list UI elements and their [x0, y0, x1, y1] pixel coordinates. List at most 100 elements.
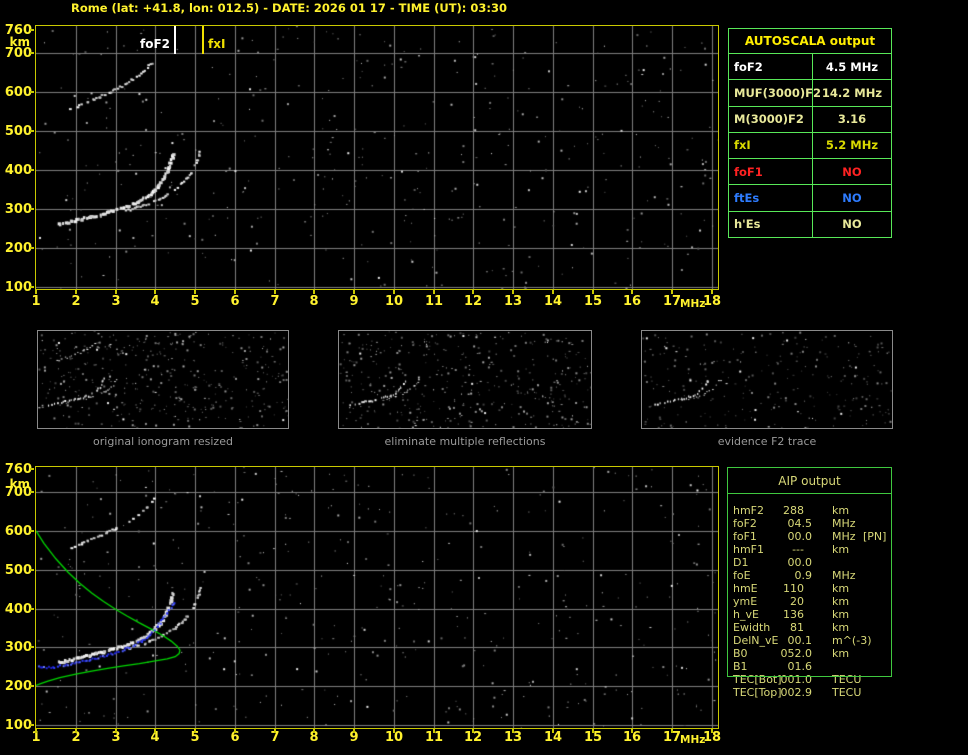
top-y-axis-tick-label: 600	[4, 85, 32, 100]
aip-table-row: TEC[Top] 002.9 TECU	[727, 686, 912, 699]
fxi-marker-line	[202, 26, 204, 54]
panel-eliminate-multiple-reflections	[338, 330, 592, 429]
top-y-axis-tick	[30, 52, 34, 54]
bottom-x-axis-tick	[472, 729, 474, 733]
bottom-x-axis-tick	[154, 729, 156, 733]
aip-unit-cell: km	[832, 543, 850, 556]
autoscala-table-row: foF2 4.5 MHz	[729, 54, 891, 81]
param-value-cell: 5.2 MHz	[825, 138, 879, 153]
top-y-axis-tick-label: 200	[4, 241, 32, 256]
fxi-marker-label: fxI	[208, 37, 226, 51]
top-x-axis-tick	[274, 290, 276, 294]
aip-unit-cell: TECU	[832, 686, 862, 699]
bottom-x-axis-tick	[631, 729, 633, 733]
bottom-y-axis-tick	[30, 468, 34, 470]
bottom-y-axis-tick-label: 600	[4, 524, 32, 539]
aip-unit-cell: km	[832, 582, 850, 595]
param-value-cell: NO	[842, 217, 862, 232]
bottom-x-axis-tick	[671, 729, 673, 733]
autoscala-table-row: MUF(3000)F2 14.2 MHz	[729, 80, 891, 107]
aip-unit-cell: km	[832, 621, 850, 634]
fof2-marker-line	[174, 26, 176, 54]
top-x-axis-tick-label: 12	[463, 294, 483, 309]
top-x-axis-tick	[154, 290, 156, 294]
top-x-axis-tick-label: 1	[31, 294, 41, 309]
top-x-axis-tick	[552, 290, 554, 294]
aip-label-cell: B1	[733, 660, 748, 673]
top-x-axis-tick	[393, 290, 395, 294]
aip-value-cell: 00.1	[787, 634, 813, 647]
top-x-axis-tick	[512, 290, 514, 294]
top-x-axis-tick	[353, 290, 355, 294]
top-x-axis-tick	[433, 290, 435, 294]
param-label-cell: foF1	[729, 159, 813, 185]
top-y-axis-tick	[30, 247, 34, 249]
fof2-marker-label: foF2	[139, 37, 170, 51]
bottom-x-axis-tick	[552, 729, 554, 733]
top-x-axis-tick-label: 2	[71, 294, 81, 309]
bottom-y-axis-tick	[30, 646, 34, 648]
aip-value-cell: 20	[790, 595, 804, 608]
bottom-x-axis-tick	[75, 729, 77, 733]
aip-unit-cell: TECU	[832, 673, 862, 686]
aip-table-row: TEC[Bot] 001.0 TECU	[727, 673, 912, 686]
panel-eliminate-reflections-canvas	[339, 331, 591, 428]
top-y-axis-tick	[30, 29, 34, 31]
top-x-axis-tick-label: 4	[150, 294, 160, 309]
param-label-cell: MUF(3000)F2	[729, 80, 821, 106]
bottom-y-axis-tick	[30, 685, 34, 687]
param-value-cell: NO	[842, 191, 862, 206]
aip-table-row: foF1 00.0 MHz [PN]	[727, 530, 912, 543]
top-x-axis-tick	[592, 290, 594, 294]
aip-unit-cell: MHz	[832, 517, 856, 530]
param-label-cell: foF2	[729, 54, 813, 80]
top-x-axis-tick-label: 13	[503, 294, 523, 309]
top-x-axis-tick	[711, 290, 713, 294]
bottom-x-axis-tick	[711, 729, 713, 733]
top-y-axis-tick-label: 300	[4, 202, 32, 217]
aip-table-title: AIP output	[778, 474, 841, 488]
aip-unit-cell: km	[832, 647, 850, 660]
bottom-x-axis-tick	[194, 729, 196, 733]
aip-value-cell: 002.9	[780, 686, 813, 699]
param-label-cell: M(3000)F2	[729, 106, 813, 132]
top-y-axis-tick-label: 500	[4, 124, 32, 139]
top-y-axis-tick	[30, 169, 34, 171]
top-x-axis-tick-label: 11	[424, 294, 444, 309]
aip-value-cell: 81	[790, 621, 804, 634]
aip-value-cell: 01.6	[787, 660, 813, 673]
bottom-y-axis-tick-label: 300	[4, 640, 32, 655]
top-y-axis-tick	[30, 91, 34, 93]
top-y-axis-tick	[30, 130, 34, 132]
aip-table-row: D1 00.0	[727, 556, 912, 569]
bottom-x-axis-tick	[115, 729, 117, 733]
top-x-axis-tick-label: 16	[622, 294, 642, 309]
autoscala-table-row: ftEs NO	[729, 185, 891, 212]
top-x-axis-tick-label: 6	[230, 294, 240, 309]
bottom-y-axis-tick	[30, 491, 34, 493]
aip-table-row: B0 052.0 km	[727, 647, 912, 660]
param-value-cell: NO	[842, 164, 862, 179]
top-ionogram-plot	[35, 25, 719, 290]
aip-unit-cell: km	[832, 595, 850, 608]
aip-note-cell: [PN]	[863, 530, 887, 543]
autoscala-table-row: foF1 NO	[729, 159, 891, 186]
aip-unit-cell: MHz	[832, 569, 856, 582]
top-x-axis-tick	[194, 290, 196, 294]
top-x-axis-tick-label: 5	[190, 294, 200, 309]
bottom-x-axis-tick	[234, 729, 236, 733]
aip-value-cell: 00.0	[787, 530, 813, 543]
aip-table-row: B1 01.6	[727, 660, 912, 673]
param-value-cell: 3.16	[837, 112, 867, 127]
aip-table-row: Ewidth 81 km	[727, 621, 912, 634]
top-y-axis-tick	[30, 208, 34, 210]
bottom-y-axis-tick-label: 400	[4, 602, 32, 617]
bottom-ionogram-canvas	[36, 467, 718, 728]
bottom-y-axis-tick-label: 760	[4, 462, 32, 477]
bottom-y-axis-unit-label: km	[9, 477, 30, 491]
aip-unit-cell: km	[832, 504, 850, 517]
autoscala-table-row: h'Es NO	[729, 211, 891, 237]
top-y-axis-tick-label: 400	[4, 163, 32, 178]
aip-table-row: foF2 04.5 MHz	[727, 517, 912, 530]
aip-value-cell: 136	[783, 608, 804, 621]
